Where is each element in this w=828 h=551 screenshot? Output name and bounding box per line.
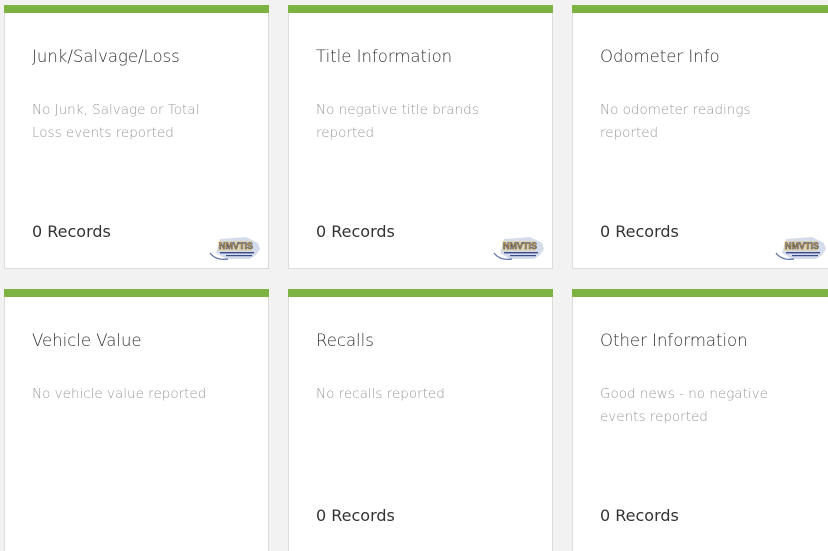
nmvtis-logo-icon: NMVTIS — [775, 237, 826, 260]
logo-text: NMVTIS — [503, 241, 537, 251]
card-description: No vehicle value reported — [32, 386, 207, 402]
nmvtis-logo-icon: NMVTIS — [493, 237, 544, 260]
card-description: No odometer readings reported — [600, 102, 751, 141]
card-description: No Junk, Salvage or Total Loss events re… — [32, 102, 200, 141]
card-title: Title Information — [316, 47, 453, 66]
card-title: Other Information — [600, 331, 748, 350]
card-records-count: 0 Records — [32, 222, 111, 241]
report-cards-grid: Junk/Salvage/Loss No Junk, Salvage or To… — [0, 0, 828, 551]
card-title: Vehicle Value — [32, 331, 142, 350]
card-title: Recalls — [316, 331, 374, 350]
card-records-count: 0 Records — [600, 506, 679, 525]
card-accent-bar — [4, 289, 269, 297]
card-accent-bar — [4, 5, 269, 13]
card-description: No negative title brands reported — [316, 102, 479, 141]
card-accent-bar — [288, 289, 553, 297]
card-title: Junk/Salvage/Loss — [32, 47, 180, 66]
logo-text: NMVTIS — [785, 241, 819, 251]
card-accent-bar — [572, 5, 828, 13]
card-odometer-info[interactable]: Odometer Info No odometer readings repor… — [572, 5, 828, 269]
card-other-information[interactable]: Other Information Good news - no negativ… — [572, 289, 828, 551]
card-records-count: 0 Records — [316, 222, 395, 241]
card-records-count: 0 Records — [316, 506, 395, 525]
card-title-information[interactable]: Title Information No negative title bran… — [288, 5, 553, 269]
nmvtis-logo-icon: NMVTIS — [209, 237, 260, 260]
card-recalls[interactable]: Recalls No recalls reported 0 Records — [288, 289, 553, 551]
card-records-count: 0 Records — [600, 222, 679, 241]
card-vehicle-value[interactable]: Vehicle Value No vehicle value reported — [4, 289, 269, 551]
card-accent-bar — [288, 5, 553, 13]
card-description: No recalls reported — [316, 386, 445, 402]
card-junk-salvage-loss[interactable]: Junk/Salvage/Loss No Junk, Salvage or To… — [4, 5, 269, 269]
card-title: Odometer Info — [600, 47, 720, 66]
card-accent-bar — [572, 289, 828, 297]
card-description: Good news - no negative events reported — [600, 386, 768, 425]
logo-text: NMVTIS — [219, 241, 253, 251]
